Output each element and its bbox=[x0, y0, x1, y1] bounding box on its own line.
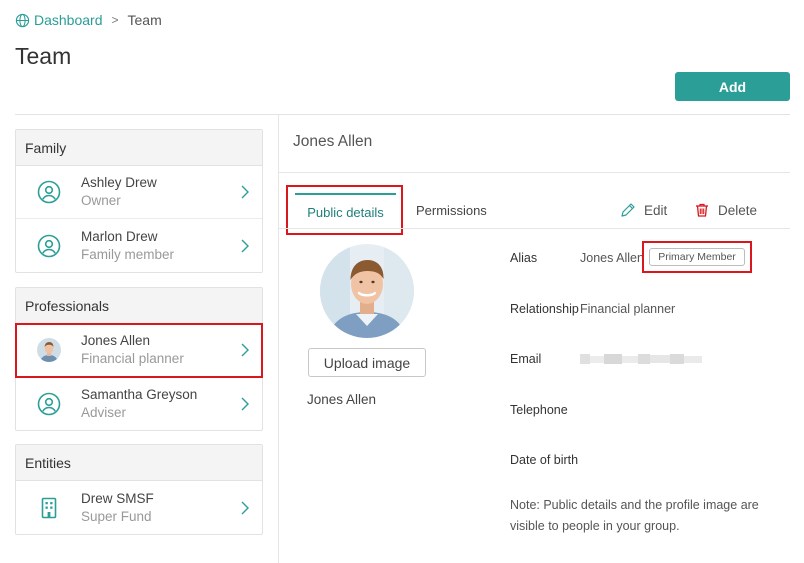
header-divider bbox=[15, 114, 790, 115]
primary-member-highlight: Primary Member bbox=[642, 241, 752, 273]
member-drew-smsf[interactable]: Drew SMSF Super Fund bbox=[16, 481, 262, 534]
edit-button[interactable]: Edit bbox=[620, 202, 667, 218]
person-circle-icon bbox=[37, 180, 61, 204]
group-family: Family Ashley Drew Owner Marlon Drew Fam… bbox=[15, 129, 263, 273]
pencil-icon bbox=[621, 203, 635, 217]
member-role: Financial planner bbox=[81, 351, 184, 366]
member-name: Marlon Drew bbox=[81, 228, 158, 244]
member-role: Family member bbox=[81, 246, 175, 262]
dob-label: Date of birth bbox=[510, 453, 579, 467]
chevron-right-icon bbox=[241, 397, 249, 410]
breadcrumb: Dashboard > Team bbox=[15, 12, 162, 28]
breadcrumb-current: Team bbox=[127, 12, 162, 28]
member-samantha-greyson[interactable]: Samantha Greyson Adviser bbox=[16, 377, 262, 430]
member-jones-allen[interactable]: Jones Allen Financial planner bbox=[15, 323, 263, 378]
relationship-value: Financial planner bbox=[580, 302, 676, 316]
alias-value: Jones Allen bbox=[580, 251, 644, 265]
group-entities: Entities Drew SMSF Super Fund bbox=[15, 444, 263, 535]
delete-button[interactable]: Delete bbox=[694, 202, 757, 218]
panel-divider bbox=[278, 115, 279, 563]
primary-member-badge: Primary Member bbox=[649, 248, 745, 266]
member-name: Ashley Drew bbox=[81, 175, 157, 190]
avatar bbox=[37, 338, 61, 362]
member-ashley-drew[interactable]: Ashley Drew Owner bbox=[16, 166, 262, 219]
breadcrumb-separator: > bbox=[111, 13, 119, 27]
upload-image-button[interactable]: Upload image bbox=[308, 348, 426, 377]
group-header-family: Family bbox=[16, 130, 262, 166]
add-button[interactable]: Add bbox=[675, 72, 790, 101]
chevron-right-icon bbox=[241, 343, 249, 357]
group-professionals: Professionals Jones Allen Financial plan… bbox=[15, 287, 263, 431]
member-marlon-drew[interactable]: Marlon Drew Family member bbox=[16, 219, 262, 272]
page-title: Team bbox=[15, 43, 72, 69]
alias-label: Alias bbox=[510, 251, 538, 265]
person-circle-icon bbox=[37, 392, 61, 415]
group-header-entities: Entities bbox=[16, 445, 262, 481]
member-name: Jones Allen bbox=[81, 333, 151, 348]
telephone-label: Telephone bbox=[510, 403, 568, 417]
email-value-redacted bbox=[580, 354, 702, 364]
member-name: Drew SMSF bbox=[81, 490, 154, 506]
tab-public-details[interactable]: Public details bbox=[295, 193, 396, 230]
group-header-professionals: Professionals bbox=[16, 288, 262, 324]
globe-icon bbox=[15, 13, 30, 27]
edit-label: Edit bbox=[644, 202, 668, 218]
detail-name: Jones Allen bbox=[293, 133, 373, 150]
member-name: Samantha Greyson bbox=[81, 386, 198, 402]
profile-photo bbox=[320, 244, 414, 338]
delete-label: Delete bbox=[718, 202, 758, 218]
chevron-right-icon bbox=[241, 239, 249, 252]
email-label: Email bbox=[510, 352, 542, 366]
member-role: Super Fund bbox=[81, 508, 152, 524]
photo-caption: Jones Allen bbox=[307, 392, 377, 407]
relationship-label: Relationship bbox=[510, 302, 579, 316]
public-details-note: Note: Public details and the profile ima… bbox=[510, 498, 759, 533]
chevron-right-icon bbox=[241, 185, 249, 199]
tab-permissions[interactable]: Permissions bbox=[416, 203, 487, 218]
tabs-divider bbox=[279, 228, 790, 229]
breadcrumb-dashboard-link[interactable]: Dashboard bbox=[34, 12, 103, 28]
member-role: Adviser bbox=[81, 404, 127, 420]
member-role: Owner bbox=[81, 193, 121, 208]
detail-divider bbox=[279, 172, 790, 173]
trash-icon bbox=[696, 203, 708, 217]
chevron-right-icon bbox=[241, 501, 249, 514]
person-circle-icon bbox=[37, 234, 61, 257]
building-icon bbox=[41, 497, 57, 518]
